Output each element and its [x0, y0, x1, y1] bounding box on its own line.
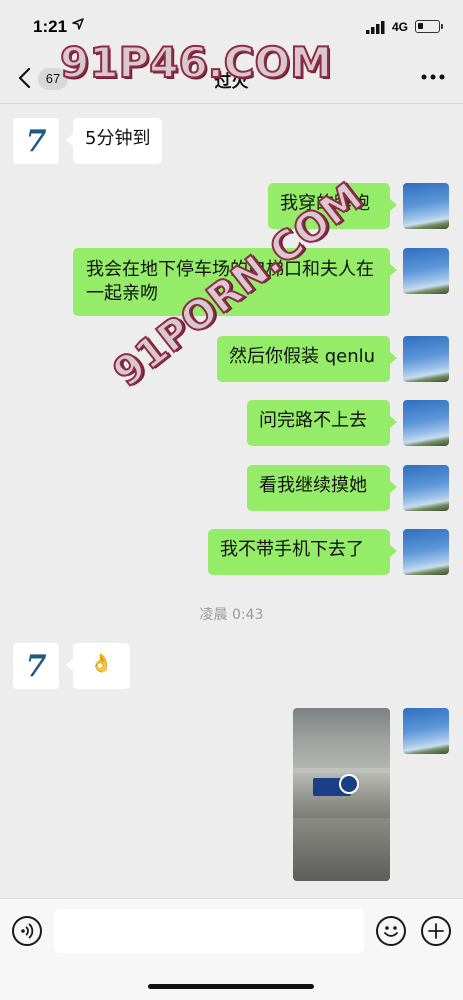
- voice-icon[interactable]: [12, 916, 42, 946]
- avatar-letter: 7: [25, 648, 47, 684]
- input-bar: [0, 898, 463, 1000]
- ellipsis-icon[interactable]: [421, 72, 445, 82]
- video-message-thumbnail[interactable]: [293, 708, 390, 881]
- bubble-tail: [66, 134, 73, 146]
- message-bubble-outgoing[interactable]: 我会在地下停车场的电梯口和夫人在一起亲吻: [73, 248, 390, 316]
- message-bubble-outgoing[interactable]: 看我继续摸她: [247, 465, 390, 511]
- self-avatar[interactable]: [403, 465, 449, 511]
- nav-divider: [0, 103, 463, 104]
- battery-icon: [415, 20, 443, 33]
- message-bubble-incoming[interactable]: 5分钟到: [73, 118, 163, 164]
- home-indicator[interactable]: [148, 984, 314, 989]
- self-avatar[interactable]: [403, 183, 449, 229]
- contact-avatar[interactable]: 7: [13, 643, 59, 689]
- self-avatar[interactable]: [403, 248, 449, 294]
- message-bubble-outgoing[interactable]: 我不带手机下去了: [208, 529, 390, 575]
- plus-icon[interactable]: [421, 916, 451, 946]
- bubble-tail: [390, 199, 397, 211]
- unread-count-badge[interactable]: 67: [38, 68, 68, 90]
- time-divider: 凌晨 0:43: [199, 607, 264, 623]
- message-bubble-outgoing[interactable]: 我穿的睡袍: [268, 183, 390, 229]
- message-bubble-outgoing[interactable]: 然后你假装 qenlu: [217, 336, 390, 382]
- emoji-icon[interactable]: [376, 916, 406, 946]
- self-avatar[interactable]: [403, 708, 449, 754]
- status-bar: 1:21 4G: [0, 0, 463, 50]
- bubble-tail: [390, 264, 397, 276]
- self-avatar[interactable]: [403, 336, 449, 382]
- message-bubble-outgoing[interactable]: 问完路不上去: [247, 400, 390, 446]
- location-arrow-icon: [72, 18, 84, 30]
- nav-bar: 67 过火: [0, 52, 463, 102]
- bubble-tail: [66, 659, 73, 671]
- bubble-tail: [390, 352, 397, 364]
- bubble-tail: [390, 481, 397, 493]
- self-avatar[interactable]: [403, 529, 449, 575]
- bubble-tail: [390, 545, 397, 557]
- signal-icon: [366, 21, 385, 34]
- network-label: 4G: [392, 20, 409, 34]
- self-avatar[interactable]: [403, 400, 449, 446]
- bubble-tail: [390, 416, 397, 428]
- status-time: 1:21: [33, 17, 68, 36]
- message-bubble-incoming[interactable]: 👌: [73, 643, 130, 689]
- chevron-left-icon[interactable]: [14, 66, 36, 90]
- contact-avatar[interactable]: 7: [13, 118, 59, 164]
- avatar-letter: 7: [25, 123, 47, 159]
- message-input[interactable]: [54, 909, 364, 953]
- chat-title: 过火: [214, 72, 249, 92]
